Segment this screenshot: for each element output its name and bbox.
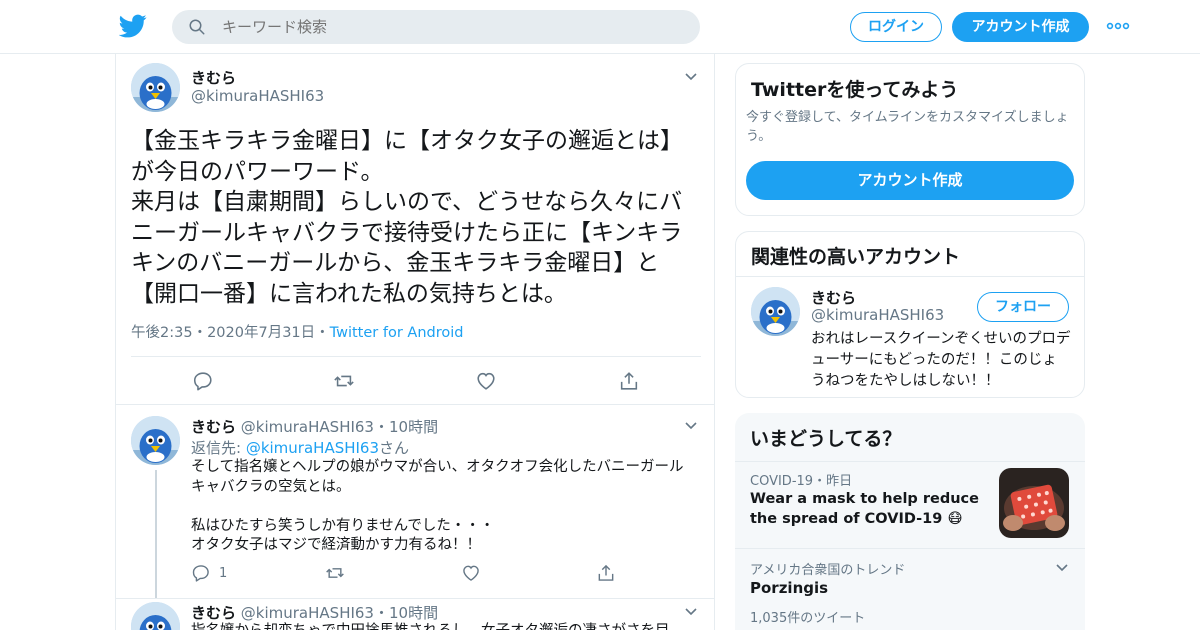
separator-dot: ・ bbox=[315, 325, 330, 341]
reply-icon[interactable] bbox=[191, 563, 211, 583]
chevron-down-icon[interactable] bbox=[684, 607, 698, 617]
separator-dot: ・ bbox=[813, 474, 827, 489]
login-button[interactable]: ログイン bbox=[850, 12, 942, 42]
reply-header: きむら @kimuraHASHI63・10時間 bbox=[191, 416, 438, 437]
reply-count: 1 bbox=[219, 566, 228, 581]
card-description: 今すぐ登録して、タイムラインをカスタマイズしましょう。 bbox=[746, 110, 1069, 144]
avatar[interactable] bbox=[751, 287, 800, 336]
share-icon[interactable] bbox=[596, 563, 616, 583]
account-handle[interactable]: @kimuraHASHI63 bbox=[811, 306, 944, 324]
chevron-down-icon[interactable] bbox=[684, 72, 698, 82]
like-heart-icon[interactable] bbox=[475, 370, 497, 392]
reply-icon[interactable] bbox=[192, 370, 214, 392]
news-topic: COVID-19 bbox=[750, 474, 814, 489]
tweet-source-link[interactable]: Twitter for Android bbox=[330, 325, 464, 341]
reply-prefix: 返信先: bbox=[191, 439, 246, 457]
avatar[interactable] bbox=[131, 602, 180, 630]
reply-suffix: さん bbox=[379, 439, 410, 457]
avatar[interactable] bbox=[131, 416, 180, 465]
separator-dot: ・ bbox=[373, 418, 389, 436]
share-icon[interactable] bbox=[618, 370, 640, 392]
card-title: いまどうしてる？ bbox=[750, 428, 902, 450]
related-accounts-card: 関連性の高いアカウント きむら @kimuraHASHI63 フォロー おれはレ… bbox=[735, 231, 1085, 398]
search-icon bbox=[189, 19, 205, 35]
trend-tweet-count: 1,035件のツイート bbox=[750, 611, 866, 626]
account-name[interactable]: きむら bbox=[811, 287, 856, 308]
retweet-icon[interactable] bbox=[325, 563, 345, 583]
tweet-text: 【金玉キラキラ金曜日】に【オタク女子の邂逅とは】が今日のパワーワード。 来月は【… bbox=[131, 128, 683, 307]
account-bio: おれはレースクイーンぞくせいのプロデューサーにもどったのだ！！このじょうねつをた… bbox=[811, 331, 1071, 389]
replying-to: 返信先: @kimuraHASHI63さん bbox=[191, 437, 409, 458]
author-handle[interactable]: @kimuraHASHI63 bbox=[241, 604, 374, 622]
avatar[interactable] bbox=[131, 63, 180, 112]
tweet-text: そして指名嬢とヘルプの娘がウマが合い、オタクオフ会化したバニーガールキャバクラの… bbox=[191, 459, 684, 553]
news-category: COVID-19・昨日 bbox=[750, 470, 852, 489]
card-title: Twitterを使ってみよう bbox=[751, 79, 959, 101]
author-name[interactable]: きむら bbox=[191, 418, 236, 436]
tweet-text: 指名嬢から却恋ちゃで中田捨馬推されるし、女子オタ邂逅の凄さがさを目 bbox=[191, 622, 696, 630]
signup-button[interactable]: アカウント作成 bbox=[952, 12, 1089, 42]
divider bbox=[736, 276, 1084, 277]
chevron-down-icon[interactable] bbox=[684, 421, 698, 431]
tweet-time: 午後2:35 bbox=[131, 325, 193, 341]
reply-header: きむら @kimuraHASHI63・10時間 bbox=[191, 602, 438, 623]
author-name[interactable]: きむら bbox=[191, 67, 236, 88]
news-headline[interactable]: Wear a mask to help reduce the spread of… bbox=[750, 489, 986, 529]
separator-dot: ・ bbox=[192, 325, 208, 341]
tweet-time[interactable]: 10時間 bbox=[389, 604, 438, 622]
divider bbox=[116, 598, 714, 599]
author-name[interactable]: きむら bbox=[191, 604, 236, 622]
tweet-meta: 午後2:35・2020年7月31日・Twitter for Android bbox=[131, 321, 463, 342]
search-input[interactable] bbox=[222, 10, 682, 44]
card-title: 関連性の高いアカウント bbox=[751, 246, 961, 268]
signup-card: Twitterを使ってみよう 今すぐ登録して、タイムラインをカスタマイズしましょ… bbox=[735, 63, 1085, 216]
mention-link[interactable]: @kimuraHASHI63 bbox=[246, 439, 379, 457]
author-handle[interactable]: @kimuraHASHI63 bbox=[191, 87, 324, 105]
tweet-date[interactable]: 2020年7月31日 bbox=[207, 325, 315, 341]
top-bar: ログイン アカウント作成 bbox=[0, 0, 1200, 54]
author-handle[interactable]: @kimuraHASHI63 bbox=[241, 418, 374, 436]
like-heart-icon[interactable] bbox=[461, 563, 481, 583]
news-time: 昨日 bbox=[826, 474, 853, 489]
chevron-down-icon[interactable] bbox=[1055, 563, 1069, 573]
thread-connector bbox=[155, 470, 157, 598]
divider bbox=[735, 548, 1085, 549]
search-box[interactable] bbox=[172, 10, 700, 44]
trends-card: いまどうしてる？ COVID-19・昨日 Wear a mask to help… bbox=[735, 413, 1085, 630]
separator-dot: ・ bbox=[373, 604, 389, 622]
follow-button[interactable]: フォロー bbox=[977, 292, 1069, 322]
divider bbox=[131, 356, 701, 357]
signup-button[interactable]: アカウント作成 bbox=[746, 161, 1074, 200]
retweet-icon[interactable] bbox=[333, 370, 355, 392]
news-thumbnail-image[interactable] bbox=[999, 468, 1069, 538]
trend-name[interactable]: Porzingis bbox=[750, 579, 828, 597]
twitter-logo-icon[interactable] bbox=[119, 12, 147, 40]
trend-location: アメリカ合衆国のトレンド bbox=[750, 563, 906, 578]
timeline-column: きむら @kimuraHASHI63 【金玉キラキラ金曜日】に【オタク女子の邂逅… bbox=[115, 54, 715, 630]
divider bbox=[116, 404, 714, 405]
divider bbox=[735, 461, 1085, 462]
more-options-icon[interactable] bbox=[1106, 21, 1130, 31]
tweet-time[interactable]: 10時間 bbox=[389, 418, 438, 436]
